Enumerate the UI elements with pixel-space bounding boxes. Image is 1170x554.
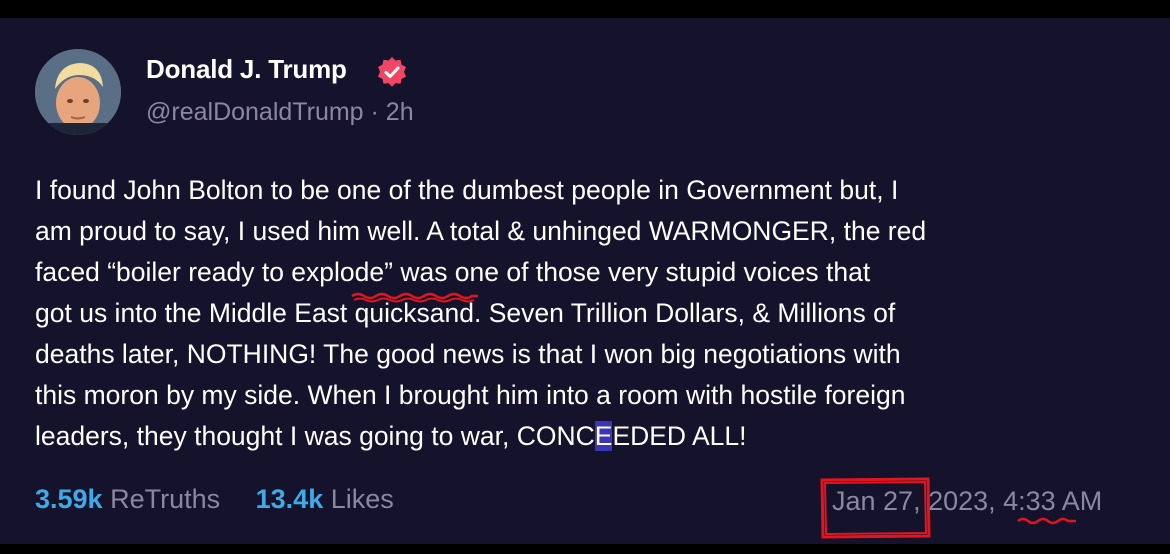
post-body-line: got us into the Middle East quicksand. S… (35, 298, 896, 328)
highlighted-letter: E (594, 421, 613, 451)
red-box-annotation (820, 477, 931, 539)
post-body-line: am proud to say, I used him well. A tota… (35, 216, 927, 246)
post-body-line: I found John Bolton to be one of the dum… (35, 175, 899, 205)
retruths-label[interactable]: ReTruths (110, 484, 220, 514)
likes-label[interactable]: Likes (331, 484, 394, 514)
post-body-text: EDED ALL! (612, 421, 747, 451)
post-body-line: this moron by my side. When I brought hi… (35, 380, 906, 410)
post-body: I found John Bolton to be one of the dum… (35, 170, 1135, 457)
post-body-text: leaders, they thought I was going to war… (35, 421, 595, 451)
author-handle-and-time[interactable]: @realDonaldTrump · 2h (146, 98, 414, 127)
post-card: Donald J. Trump @realDonaldTrump · 2h I … (0, 18, 1170, 544)
author-display-name[interactable]: Donald J. Trump (146, 54, 347, 85)
post-body-line: deaths later, NOTHING! The good news is … (35, 339, 901, 369)
avatar-portrait-icon (35, 49, 121, 135)
author-avatar[interactable] (35, 49, 121, 135)
verified-check-icon (378, 57, 406, 87)
post-stats: 3.59k ReTruths 13.4k Likes (35, 484, 394, 515)
retruths-count[interactable]: 3.59k (35, 484, 103, 514)
red-underline-annotation (351, 292, 478, 303)
red-underline-annotation (1017, 517, 1076, 525)
likes-count[interactable]: 13.4k (256, 484, 324, 514)
post-body-line: leaders, they thought I was going to war… (35, 416, 1135, 457)
post-body-line: faced “boiler ready to explode” was one … (35, 257, 871, 287)
